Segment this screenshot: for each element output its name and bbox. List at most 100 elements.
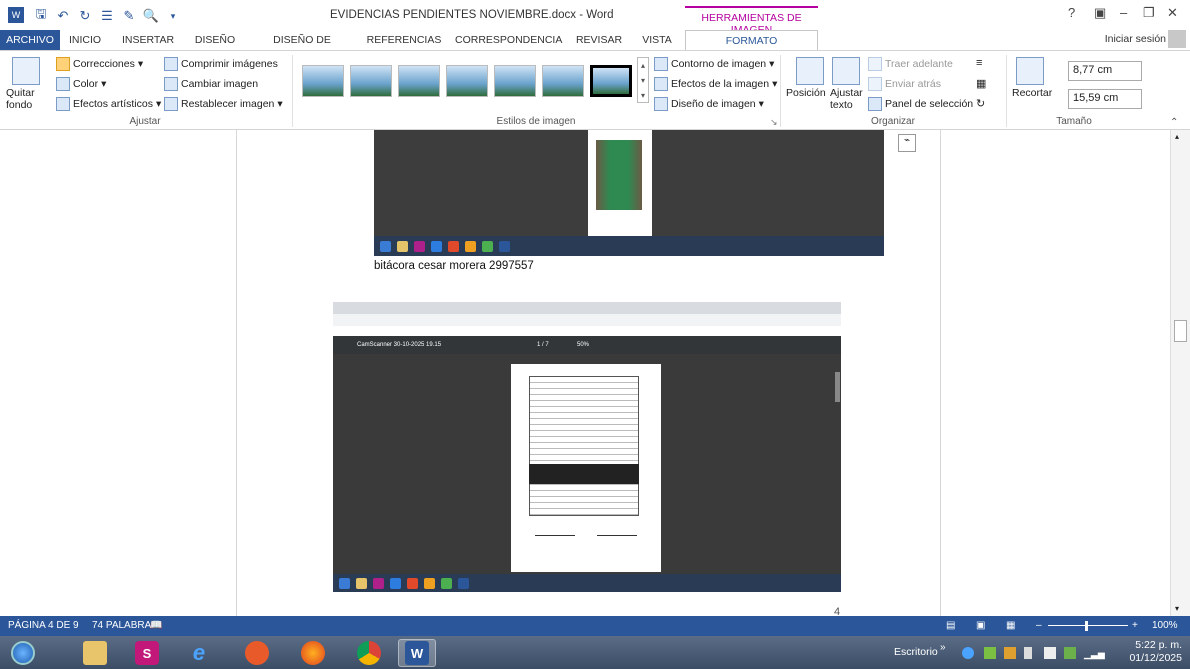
remove-background-icon[interactable] bbox=[12, 57, 40, 85]
recortar-button[interactable]: Recortar bbox=[1012, 87, 1052, 99]
crop-icon[interactable] bbox=[1016, 57, 1044, 85]
taskbar-ie[interactable]: e bbox=[180, 639, 218, 667]
align-icon[interactable]: ≡ bbox=[976, 57, 982, 69]
format-painter-icon[interactable]: ✎ bbox=[118, 7, 140, 25]
efectos-button[interactable]: Efectos de la imagen ▾ bbox=[654, 77, 777, 91]
close-icon[interactable]: ✕ bbox=[1167, 5, 1178, 21]
tab-archivo[interactable]: ARCHIVO bbox=[0, 30, 60, 50]
page-status[interactable]: PÁGINA 4 DE 9 bbox=[8, 620, 79, 631]
tab-referencias[interactable]: REFERENCIAS bbox=[365, 30, 443, 50]
picture-style-5[interactable] bbox=[494, 65, 536, 97]
signin-link[interactable]: Iniciar sesión bbox=[1105, 33, 1166, 45]
cambiar-imagen-button[interactable]: Cambiar imagen bbox=[164, 77, 258, 91]
tab-vista[interactable]: VISTA bbox=[638, 30, 676, 50]
scrollbar-thumb[interactable] bbox=[1174, 320, 1187, 342]
bullets-icon[interactable]: ☰ bbox=[96, 7, 118, 25]
picture-style-4[interactable] bbox=[446, 65, 488, 97]
color-button[interactable]: Color ▾ bbox=[56, 77, 106, 91]
position-icon[interactable] bbox=[796, 57, 824, 85]
width-input[interactable]: 15,59 cm bbox=[1068, 89, 1142, 109]
redo-icon[interactable]: ↻ bbox=[74, 7, 96, 25]
word-count[interactable]: 74 PALABRAS bbox=[92, 620, 158, 631]
taskbar-chrome[interactable] bbox=[350, 639, 388, 667]
enviar-atras-button[interactable]: Enviar atrás bbox=[868, 77, 941, 91]
taskbar-firefox[interactable] bbox=[294, 639, 332, 667]
rotate-icon[interactable]: ↻ bbox=[976, 97, 985, 110]
overflow-chevron-icon[interactable]: » bbox=[940, 642, 946, 653]
group-icon[interactable]: ▦ bbox=[976, 77, 986, 90]
group-label-tamano: Tamaño bbox=[1056, 116, 1092, 127]
zoom-slider-thumb[interactable] bbox=[1085, 621, 1088, 631]
start-button[interactable] bbox=[4, 639, 42, 667]
tab-formato[interactable]: FORMATO bbox=[685, 30, 818, 50]
tab-diseno[interactable]: DISEÑO bbox=[190, 30, 240, 50]
taskbar-word[interactable]: W bbox=[398, 639, 436, 667]
zoom-in-icon[interactable]: + bbox=[1132, 620, 1138, 631]
picture-style-6[interactable] bbox=[542, 65, 584, 97]
vertical-scrollbar[interactable]: ▴ ▾ bbox=[1170, 130, 1190, 616]
contorno-button[interactable]: Contorno de imagen ▾ bbox=[654, 57, 774, 71]
scroll-up-icon[interactable]: ▴ bbox=[1175, 132, 1179, 141]
picture-style-1[interactable] bbox=[302, 65, 344, 97]
tab-correspondencia[interactable]: CORRESPONDENCIA bbox=[455, 30, 562, 50]
quitar-fondo-button[interactable]: Quitar fondo bbox=[6, 87, 46, 111]
group-label-estilos: Estilos de imagen bbox=[496, 116, 576, 127]
undo-icon[interactable]: ↶ bbox=[52, 7, 74, 25]
taskbar-explorer[interactable] bbox=[76, 639, 114, 667]
embedded-form-table bbox=[529, 376, 639, 516]
tray-app-icon[interactable] bbox=[962, 647, 974, 659]
zoom-out-icon[interactable]: – bbox=[1036, 620, 1042, 631]
picture-style-7[interactable] bbox=[590, 65, 632, 97]
height-input[interactable]: 8,77 cm bbox=[1068, 61, 1142, 81]
traer-adelante-button[interactable]: Traer adelante bbox=[868, 57, 953, 71]
posicion-button[interactable]: Posición bbox=[786, 87, 826, 99]
tray-signal-icon[interactable]: ▁▃▅ bbox=[1084, 649, 1105, 660]
tray-battery-icon[interactable] bbox=[1024, 647, 1032, 659]
zoom-level[interactable]: 100% bbox=[1152, 620, 1178, 631]
ajustar-texto-button[interactable]: Ajustar texto bbox=[830, 87, 870, 111]
tray-flag-icon[interactable] bbox=[1044, 647, 1056, 659]
save-icon[interactable]: 🖫 bbox=[30, 6, 52, 25]
embedded-screenshot-2[interactable]: CamScanner 30-10-2025 19.15 1 / 7 50% bbox=[333, 302, 841, 592]
avatar[interactable] bbox=[1168, 30, 1186, 48]
panel-seleccion-button[interactable]: Panel de selección bbox=[868, 97, 973, 111]
taskbar-app-s[interactable]: S bbox=[128, 639, 166, 667]
tab-insertar[interactable]: INSERTAR bbox=[120, 30, 176, 50]
picture-style-3[interactable] bbox=[398, 65, 440, 97]
collapse-ribbon-icon[interactable]: ⌃ bbox=[1170, 117, 1178, 128]
read-mode-icon[interactable]: ▤ bbox=[946, 620, 955, 631]
tab-diseno-pagina[interactable]: DISEÑO DE PÁGINA bbox=[252, 30, 352, 66]
styles-gallery-scroll[interactable]: ▴ ▾ ▾ bbox=[637, 57, 649, 103]
tray-sync-icon[interactable] bbox=[1004, 647, 1016, 659]
web-layout-icon[interactable]: ▦ bbox=[1006, 620, 1015, 631]
diseno-imagen-button[interactable]: Diseño de imagen ▾ bbox=[654, 97, 764, 111]
customize-qat-icon[interactable]: ▾ bbox=[162, 7, 184, 25]
desktop-toolbar-label[interactable]: Escritorio bbox=[894, 646, 938, 658]
help-icon[interactable]: ? bbox=[1068, 5, 1075, 20]
ribbon-display-icon[interactable]: ▣ bbox=[1094, 5, 1106, 21]
tray-network-icon[interactable] bbox=[984, 647, 996, 659]
taskbar-browser[interactable] bbox=[238, 639, 276, 667]
print-layout-icon[interactable]: ▣ bbox=[976, 620, 985, 631]
efectos-artisticos-button[interactable]: Efectos artísticos ▾ bbox=[56, 97, 161, 111]
comprimir-button[interactable]: Comprimir imágenes bbox=[164, 57, 278, 71]
dialog-launcher-icon[interactable]: ↘ bbox=[770, 117, 778, 128]
minimize-icon[interactable]: – bbox=[1120, 5, 1127, 20]
restore-icon[interactable]: ❐ bbox=[1143, 5, 1155, 21]
document-area[interactable]: ⌁ bitácora cesar morera 2997557 CamScann… bbox=[0, 130, 1170, 618]
picture-style-2[interactable] bbox=[350, 65, 392, 97]
tray-security-icon[interactable] bbox=[1064, 647, 1076, 659]
layout-options-icon[interactable]: ⌁ bbox=[898, 134, 916, 152]
system-clock[interactable]: 5:22 p. m. 01/12/2025 bbox=[1129, 639, 1182, 665]
restablecer-button[interactable]: Restablecer imagen ▾ bbox=[164, 97, 283, 111]
tab-inicio[interactable]: INICIO bbox=[64, 30, 106, 50]
tab-revisar[interactable]: REVISAR bbox=[572, 30, 626, 50]
print-preview-icon[interactable]: 🔍 bbox=[140, 7, 162, 25]
zoom-slider[interactable] bbox=[1048, 625, 1128, 626]
embedded-signature-1 bbox=[535, 522, 575, 536]
correcciones-button[interactable]: Correcciones ▾ bbox=[56, 57, 143, 71]
embedded-screenshot-1[interactable] bbox=[374, 130, 884, 256]
scroll-down-icon[interactable]: ▾ bbox=[1175, 604, 1179, 613]
proofing-icon[interactable]: 📖 bbox=[150, 620, 162, 631]
wrap-text-icon[interactable] bbox=[832, 57, 860, 85]
